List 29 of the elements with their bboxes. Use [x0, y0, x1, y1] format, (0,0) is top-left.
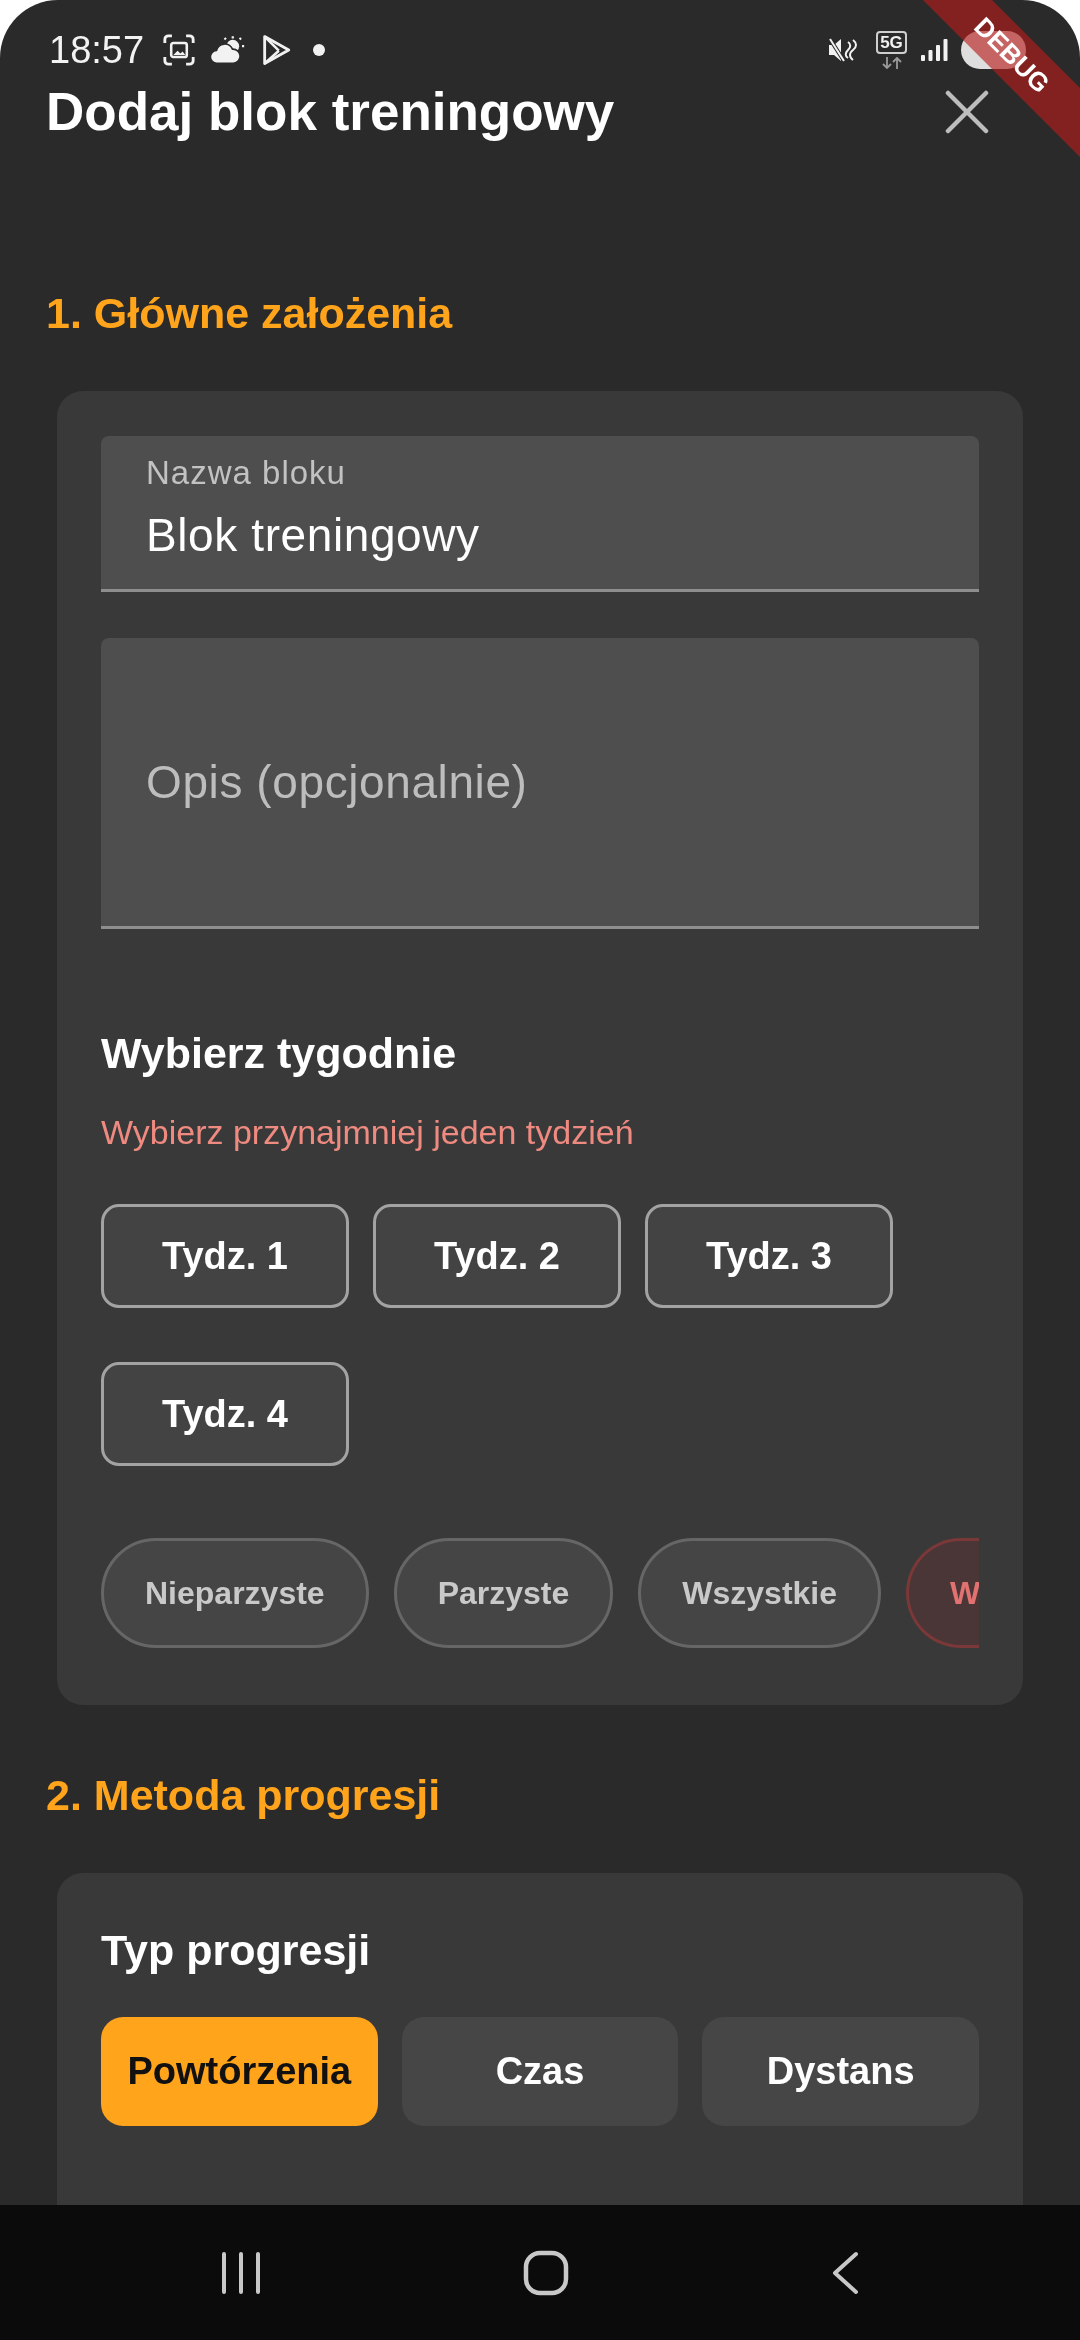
segment-button[interactable]: Dystans [702, 2017, 979, 2126]
notification-dot-icon [313, 44, 326, 56]
description-field[interactable]: Opis (opcjonalnie) [101, 638, 979, 929]
filter-chip[interactable]: Wszystkie [638, 1538, 881, 1648]
segment-button[interactable]: Czas [401, 2017, 679, 2126]
week-toggle[interactable]: Tydz. 3 [645, 1204, 893, 1308]
error-message: Wybierz przynajmniej jeden tydzień [101, 1112, 635, 1152]
field-label: Nazwa bloku [146, 454, 346, 492]
back-icon[interactable] [831, 2250, 859, 2295]
mute-icon [827, 36, 857, 64]
home-icon[interactable] [523, 2249, 569, 2296]
close-icon[interactable] [945, 90, 989, 134]
week-toggle[interactable]: Tydz. 4 [101, 1362, 349, 1466]
page-title: Dodaj blok treningowy [46, 82, 615, 142]
data-arrows-icon [881, 57, 902, 69]
network-type-label: 5G [876, 31, 907, 54]
weeks-title: Wybierz tygodnie [101, 1028, 458, 1078]
week-toggle[interactable]: Tydz. 2 [373, 1204, 621, 1308]
progression-type-title: Typ progresji [101, 1925, 372, 1975]
status-time: 18:57 [49, 29, 145, 71]
segment-button[interactable]: Powtórzenia [101, 2017, 378, 2126]
recent-apps-icon[interactable] [221, 2251, 261, 2294]
week-toggle[interactable]: Tydz. 1 [101, 1204, 349, 1308]
filter-chip[interactable]: Nieparzyste [101, 1538, 369, 1648]
screenshot-icon [162, 33, 197, 67]
section-heading: 2. Metoda progresji [46, 1770, 442, 1820]
filter-chip[interactable]: Parzyste [393, 1538, 614, 1648]
signal-bars-icon [921, 39, 948, 61]
section-heading: 1. Główne założenia [46, 288, 454, 338]
